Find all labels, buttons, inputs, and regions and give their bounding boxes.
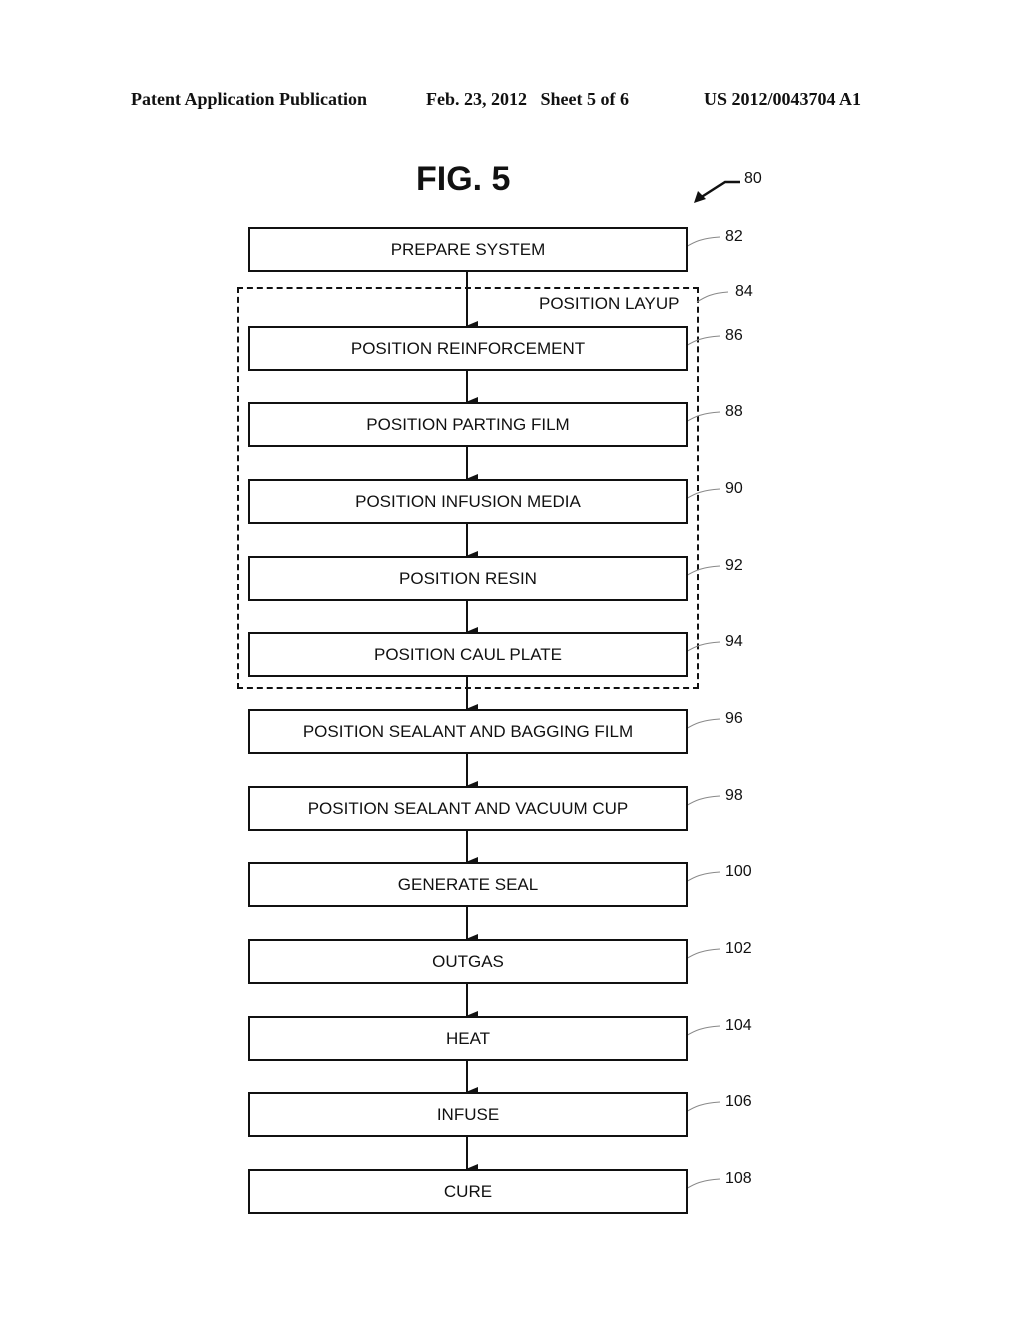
group-leader-line — [696, 291, 729, 303]
step-box: POSITION RESIN — [248, 556, 688, 601]
step-box: POSITION CAUL PLATE — [248, 632, 688, 677]
figure-pointer-arrowhead — [694, 191, 706, 203]
leader-line — [685, 871, 721, 883]
step-box: HEAT — [248, 1016, 688, 1061]
leader-line — [685, 411, 721, 423]
leader-line — [685, 335, 721, 347]
step-box: POSITION SEALANT AND BAGGING FILM — [248, 709, 688, 754]
leader-line — [685, 565, 721, 577]
leader-line — [685, 641, 721, 653]
leader-line — [685, 718, 721, 730]
step-box: INFUSE — [248, 1092, 688, 1137]
step-box: OUTGAS — [248, 939, 688, 984]
step-box: POSITION PARTING FILM — [248, 402, 688, 447]
leader-line — [685, 948, 721, 960]
step-ref: 108 — [725, 1170, 752, 1187]
figure-pointer-arrow — [699, 180, 740, 200]
leader-line — [685, 1101, 721, 1113]
step-ref: 88 — [725, 403, 743, 420]
step-box: CURE — [248, 1169, 688, 1214]
step-box: POSITION INFUSION MEDIA — [248, 479, 688, 524]
leader-line — [685, 236, 721, 248]
step-ref: 82 — [725, 228, 743, 245]
step-ref: 102 — [725, 940, 752, 957]
leader-line — [685, 1025, 721, 1037]
step-ref: 92 — [725, 557, 743, 574]
step-ref: 104 — [725, 1017, 752, 1034]
leader-line — [685, 488, 721, 500]
step-ref: 86 — [725, 327, 743, 344]
step-ref: 100 — [725, 863, 752, 880]
step-box: PREPARE SYSTEM — [248, 227, 688, 272]
step-box: POSITION SEALANT AND VACUUM CUP — [248, 786, 688, 831]
step-ref: 90 — [725, 480, 743, 497]
step-ref: 94 — [725, 633, 743, 650]
step-box: POSITION REINFORCEMENT — [248, 326, 688, 371]
step-ref: 96 — [725, 710, 743, 727]
step-ref: 98 — [725, 787, 743, 804]
step-ref: 106 — [725, 1093, 752, 1110]
leader-line — [685, 795, 721, 807]
step-box: GENERATE SEAL — [248, 862, 688, 907]
leader-line — [685, 1178, 721, 1190]
